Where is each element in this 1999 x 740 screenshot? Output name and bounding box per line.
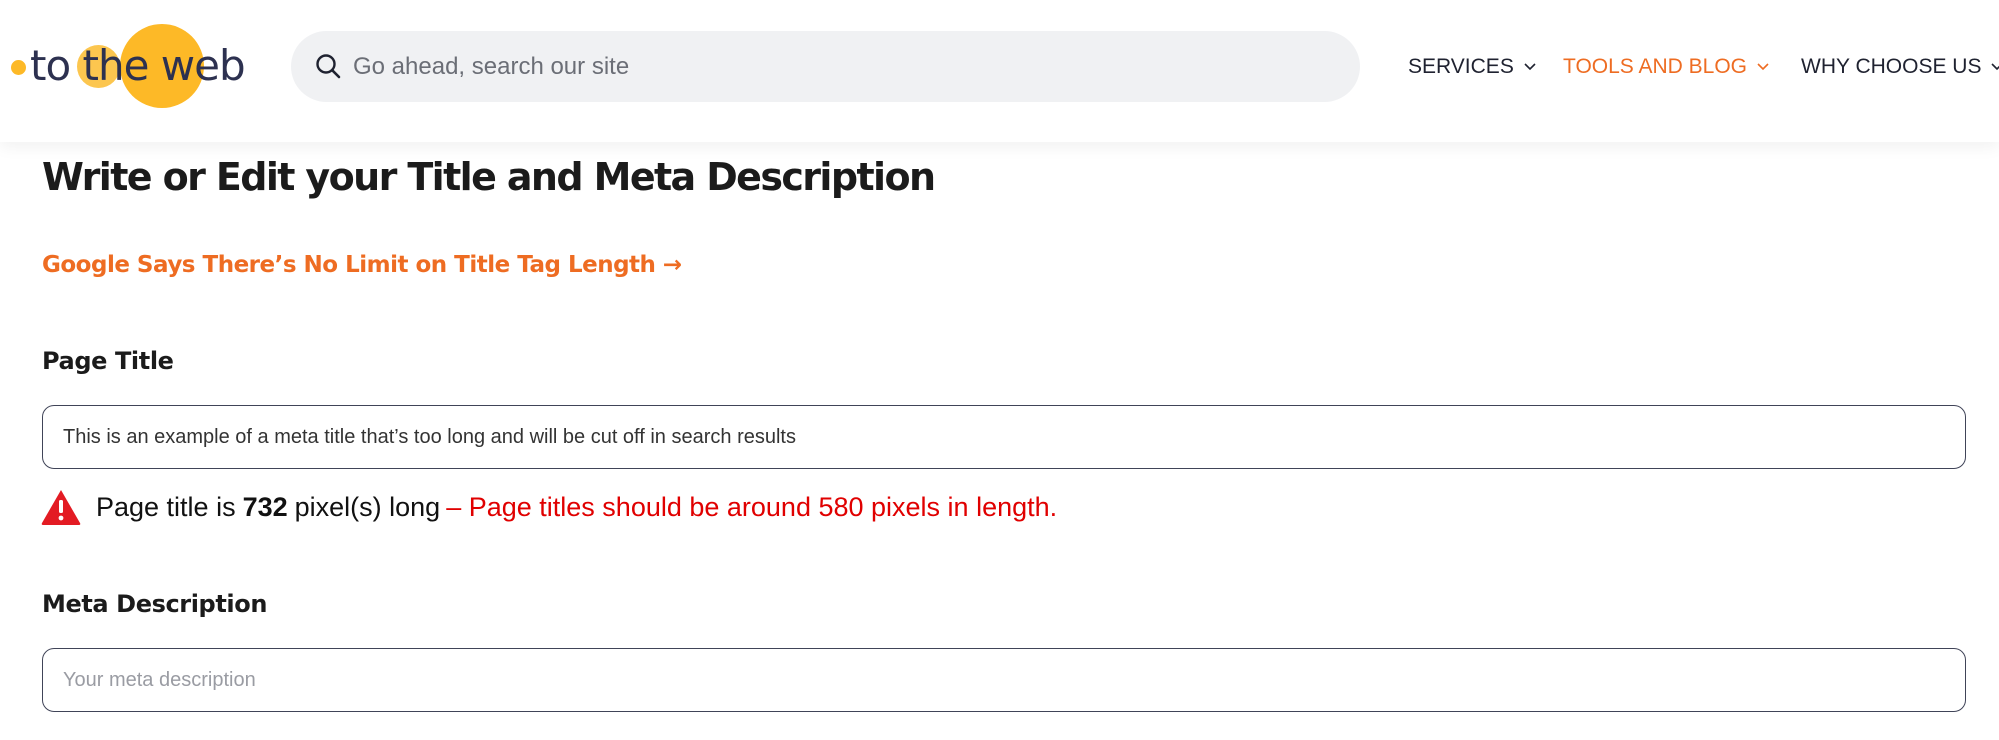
page-title-input[interactable]: [42, 405, 1966, 469]
search-bar[interactable]: [291, 31, 1360, 102]
nav-item-label: WHY CHOOSE US: [1801, 55, 1982, 78]
meta-description-input[interactable]: [42, 648, 1966, 712]
nav-item-services[interactable]: SERVICES: [1408, 52, 1536, 82]
title-tag-length-link[interactable]: Google Says There’s No Limit on Title Ta…: [42, 248, 682, 282]
warning-prefix: Page title is: [96, 491, 236, 522]
site-logo[interactable]: to the web: [8, 22, 248, 110]
site-header: to the web SERVICES TOOLS AND BLOG WHY C…: [0, 0, 1999, 142]
nav-item-tools-and-blog[interactable]: TOOLS AND BLOG: [1563, 52, 1769, 82]
nav-item-label: TOOLS AND BLOG: [1563, 55, 1748, 78]
search-icon: [316, 54, 341, 79]
page-title-warning: Page title is 732 pixel(s) long – Page t…: [40, 486, 1057, 528]
warning-triangle-icon: [41, 490, 81, 525]
meta-description-label: Meta Description: [42, 590, 268, 618]
page-title-label: Page Title: [42, 347, 174, 375]
page-heading: Write or Edit your Title and Meta Descri…: [42, 155, 936, 199]
chevron-down-icon: [1757, 63, 1769, 71]
nav-item-why-choose-us[interactable]: WHY CHOOSE US: [1801, 52, 1999, 82]
warning-error-message: – Page titles should be around 580 pixel…: [446, 491, 1058, 522]
nav-item-label: SERVICES: [1408, 55, 1514, 78]
search-input[interactable]: [353, 31, 1333, 102]
logo-text: to the web: [30, 41, 246, 90]
chevron-down-icon: [1524, 63, 1536, 71]
logo-dot: [11, 60, 26, 75]
chevron-down-icon: [1991, 63, 1999, 71]
pixel-count: 732: [242, 491, 288, 522]
warning-suffix: pixel(s) long: [294, 491, 441, 522]
